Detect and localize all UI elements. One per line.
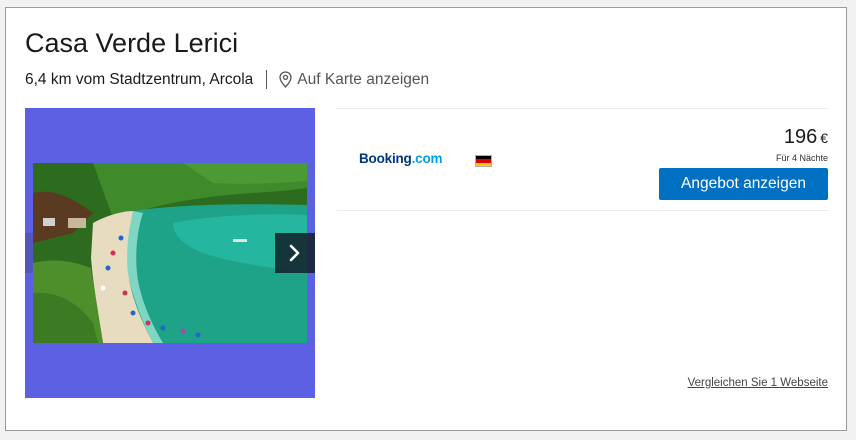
- germany-flag-icon: [475, 155, 492, 167]
- previous-photo-hint[interactable]: [25, 233, 33, 273]
- divider: [337, 108, 829, 109]
- map-pin-icon: [279, 71, 292, 88]
- compare-websites-link[interactable]: Vergleichen Sie 1 Webseite: [688, 377, 828, 389]
- price-currency: €: [820, 130, 828, 146]
- divider: [337, 210, 829, 211]
- logo-part-booking: Booking: [359, 151, 412, 166]
- nights-note: Für 4 Nächte: [775, 153, 828, 163]
- hotel-photo: [33, 163, 307, 343]
- distance-text: 6,4 km vom Stadtzentrum, Arcola: [25, 70, 254, 88]
- map-link-label: Auf Karte anzeigen: [297, 70, 430, 88]
- chevron-right-icon: [289, 244, 300, 262]
- logo-part-com: .com: [411, 151, 443, 166]
- separator: [266, 70, 268, 89]
- next-photo-button[interactable]: [275, 233, 315, 273]
- show-offer-button[interactable]: Angebot anzeigen: [659, 168, 828, 200]
- hotel-card: Casa Verde Lerici 6,4 km vom Stadtzentru…: [5, 7, 847, 431]
- hotel-name: Casa Verde Lerici: [25, 28, 239, 58]
- deal-price: 196 €: [784, 126, 828, 149]
- hotel-location-line: 6,4 km vom Stadtzentrum, Arcola Auf Kart…: [25, 70, 429, 89]
- photo-gallery[interactable]: [25, 108, 315, 398]
- price-value: 196: [783, 126, 818, 148]
- booking-com-logo[interactable]: Booking.com: [359, 151, 443, 166]
- show-on-map-link[interactable]: Auf Karte anzeigen: [279, 71, 429, 89]
